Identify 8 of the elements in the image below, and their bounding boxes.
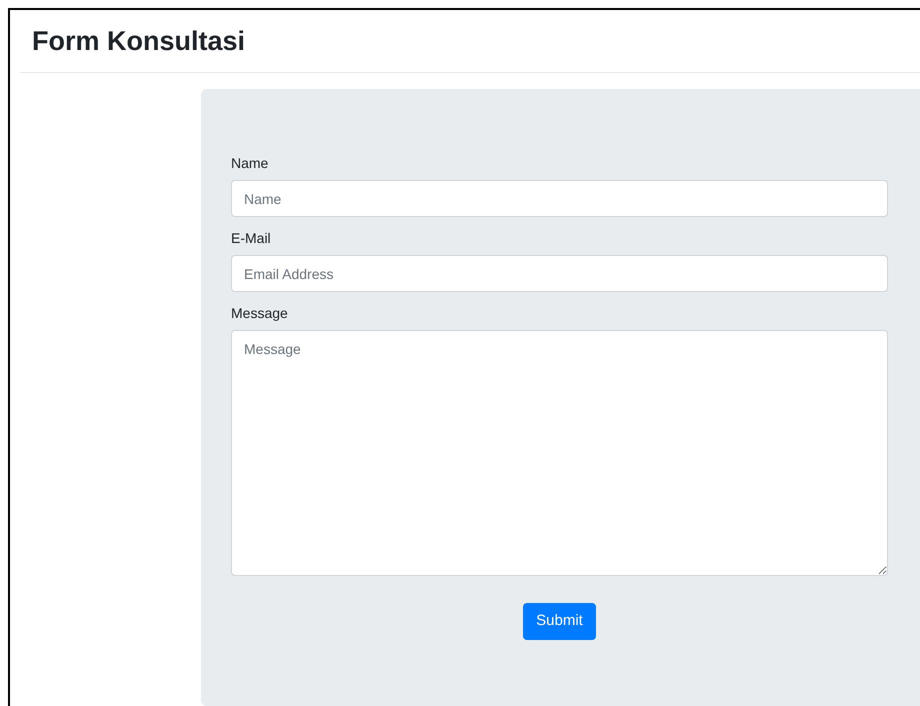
page-title: Form Konsultasi xyxy=(32,24,246,58)
message-field[interactable]: Message xyxy=(231,330,888,576)
field-label: Message xyxy=(231,304,289,323)
submit-button[interactable]: Submit xyxy=(523,603,596,640)
field-label: E-Mail xyxy=(231,229,272,248)
field-label: Name xyxy=(231,154,270,173)
input-field[interactable]: Email Address xyxy=(231,255,888,292)
input-field[interactable]: Name xyxy=(231,180,888,217)
